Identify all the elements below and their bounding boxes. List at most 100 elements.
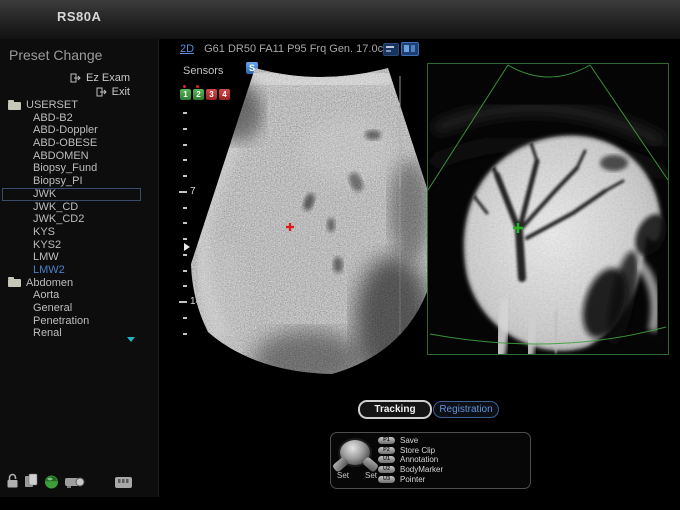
ez-exam-label: Ez Exam: [86, 72, 130, 84]
softkey-cap: U3: [378, 476, 395, 483]
tree-item-label: General: [33, 302, 72, 315]
tree-item-label: JWK_CD2: [33, 213, 84, 226]
trackball-panel: Set Set P1SaveP2Store ClipU1AnnotationU2…: [330, 432, 531, 489]
tree-item-label: Biopsy_Fund: [33, 162, 97, 175]
mri-image[interactable]: [427, 63, 669, 355]
tree-item-label: KYS2: [33, 239, 61, 252]
softkey-label: Pointer: [400, 475, 425, 484]
ruler-tick: [183, 270, 187, 272]
tracking-button[interactable]: Tracking: [358, 400, 432, 419]
lock-icon: [6, 473, 19, 489]
ruler-tick: [179, 191, 187, 193]
ez-exam-button[interactable]: Ez Exam: [70, 72, 130, 84]
tree-item-label: ABD-OBESE: [33, 137, 97, 150]
tree-item-abdomen[interactable]: Abdomen: [0, 277, 158, 290]
exit-button[interactable]: Exit: [96, 86, 130, 98]
softkey-cap: P2: [378, 447, 395, 454]
ruler-tick: [183, 207, 187, 209]
ruler-tick: [183, 159, 187, 161]
app-title: RS80A: [57, 9, 101, 24]
exit-arrow-icon: [70, 73, 82, 83]
exit-label: Exit: [112, 86, 130, 98]
scroll-down-icon[interactable]: [127, 337, 135, 342]
tree-item-biopsy-fund[interactable]: Biopsy_Fund: [0, 162, 158, 175]
tree-item-abd-obese[interactable]: ABD-OBESE: [0, 137, 158, 150]
ruler-tick: [183, 317, 187, 319]
memory-card-icon: [114, 476, 133, 489]
ruler-tick: [183, 222, 187, 224]
tree-item-abd-doppler[interactable]: ABD-Doppler: [0, 124, 158, 137]
tree-item-label: LMW2: [33, 264, 65, 277]
documents-icon: [24, 473, 39, 489]
ruler-tick: [183, 333, 187, 335]
status-led: [44, 474, 59, 489]
tree-item-lmw2[interactable]: LMW2: [0, 264, 158, 277]
tree-item-label: ABDOMEN: [33, 150, 89, 163]
tree-item-aorta[interactable]: Aorta: [0, 289, 158, 302]
tree-item-label: JWK: [33, 188, 56, 201]
tree-item-label: ABD-B2: [33, 112, 73, 125]
softkey-annotation: U1 Annotation: [378, 455, 443, 465]
projector-icon: [64, 475, 86, 489]
softkey-label: Annotation: [400, 455, 438, 464]
image-info-line: 2D G61 DR50 FA11 P95 Frq Gen. 17.0cm: [180, 43, 392, 55]
softkey-cap: U1: [378, 456, 395, 463]
ruler-tick: [183, 238, 187, 240]
ruler-tick: [183, 285, 187, 287]
tree-item-penetration[interactable]: Penetration: [0, 315, 158, 328]
softkey-store-clip: P2 Store Clip: [378, 446, 443, 456]
image-params: G61 DR50 FA11 P95 Frq Gen. 17.0cm: [204, 43, 392, 55]
sidebar: Preset Change Ez Exam Exit USERSETABD-B2…: [0, 39, 159, 497]
tree-item-jwk[interactable]: JWK: [0, 188, 158, 201]
softkey-list: P1 Save P2 Store Clip U1 Annotation U2 BodyMark…: [378, 436, 443, 484]
tree-item-label: USERSET: [26, 99, 78, 112]
ruler-tick: [183, 112, 187, 114]
set-right-label: Set: [365, 471, 377, 480]
folder-icon: [8, 279, 21, 287]
ultrasound-image[interactable]: [188, 60, 430, 382]
tree-item-label: Renal: [33, 327, 62, 340]
preset-tree: USERSETABD-B2ABD-DopplerABD-OBESEABDOMEN…: [0, 99, 158, 340]
tree-item-label: Aorta: [33, 289, 59, 302]
ruler-tick: [183, 254, 187, 256]
softkey-bodymarker: U2 BodyMarker: [378, 465, 443, 475]
softkey-label: Store Clip: [400, 446, 435, 455]
softkey-cap: P1: [378, 437, 395, 444]
softkey-label: Save: [400, 436, 418, 445]
multi-image-icon[interactable]: [401, 42, 419, 56]
tree-item-label: KYS: [33, 226, 55, 239]
ruler-tick: [183, 144, 187, 146]
title-bar: RS80A: [0, 0, 680, 39]
tree-item-jwk-cd[interactable]: JWK_CD: [0, 201, 158, 214]
softkey-cap: U2: [378, 466, 395, 473]
tree-item-label: Abdomen: [26, 277, 73, 290]
set-left-label: Set: [337, 471, 349, 480]
tree-item-label: ABD-Doppler: [33, 124, 98, 137]
tree-item-abdomen[interactable]: ABDOMEN: [0, 150, 158, 163]
tree-item-label: Biopsy_PI: [33, 175, 83, 188]
exit-arrow-icon: [96, 87, 108, 97]
tree-item-label: LMW: [33, 251, 59, 264]
tree-item-kys2[interactable]: KYS2: [0, 239, 158, 252]
tree-item-userset[interactable]: USERSET: [0, 99, 158, 112]
tree-item-general[interactable]: General: [0, 302, 158, 315]
thumbnail-panel-icon[interactable]: [383, 43, 399, 56]
softkey-save: P1 Save: [378, 436, 443, 446]
tree-item-label: JWK_CD: [33, 201, 78, 214]
ruler-tick: [183, 175, 187, 177]
tree-item-label: Penetration: [33, 315, 89, 328]
status-bar: [6, 473, 133, 489]
tree-item-jwk-cd2[interactable]: JWK_CD2: [0, 213, 158, 226]
tree-item-biopsy-pi[interactable]: Biopsy_PI: [0, 175, 158, 188]
ruler-tick: [179, 301, 187, 303]
tree-item-lmw[interactable]: LMW: [0, 251, 158, 264]
screen: RS80A Preset Change Ez Exam Exit USERSET…: [0, 0, 680, 510]
folder-icon: [8, 102, 21, 110]
tree-item-abd-b2[interactable]: ABD-B2: [0, 112, 158, 125]
softkey-label: BodyMarker: [400, 465, 443, 474]
softkey-pointer: U3 Pointer: [378, 474, 443, 484]
sidebar-title: Preset Change: [9, 47, 102, 63]
tree-item-kys[interactable]: KYS: [0, 226, 158, 239]
ruler-tick: [183, 128, 187, 130]
registration-button[interactable]: Registration: [433, 401, 499, 418]
